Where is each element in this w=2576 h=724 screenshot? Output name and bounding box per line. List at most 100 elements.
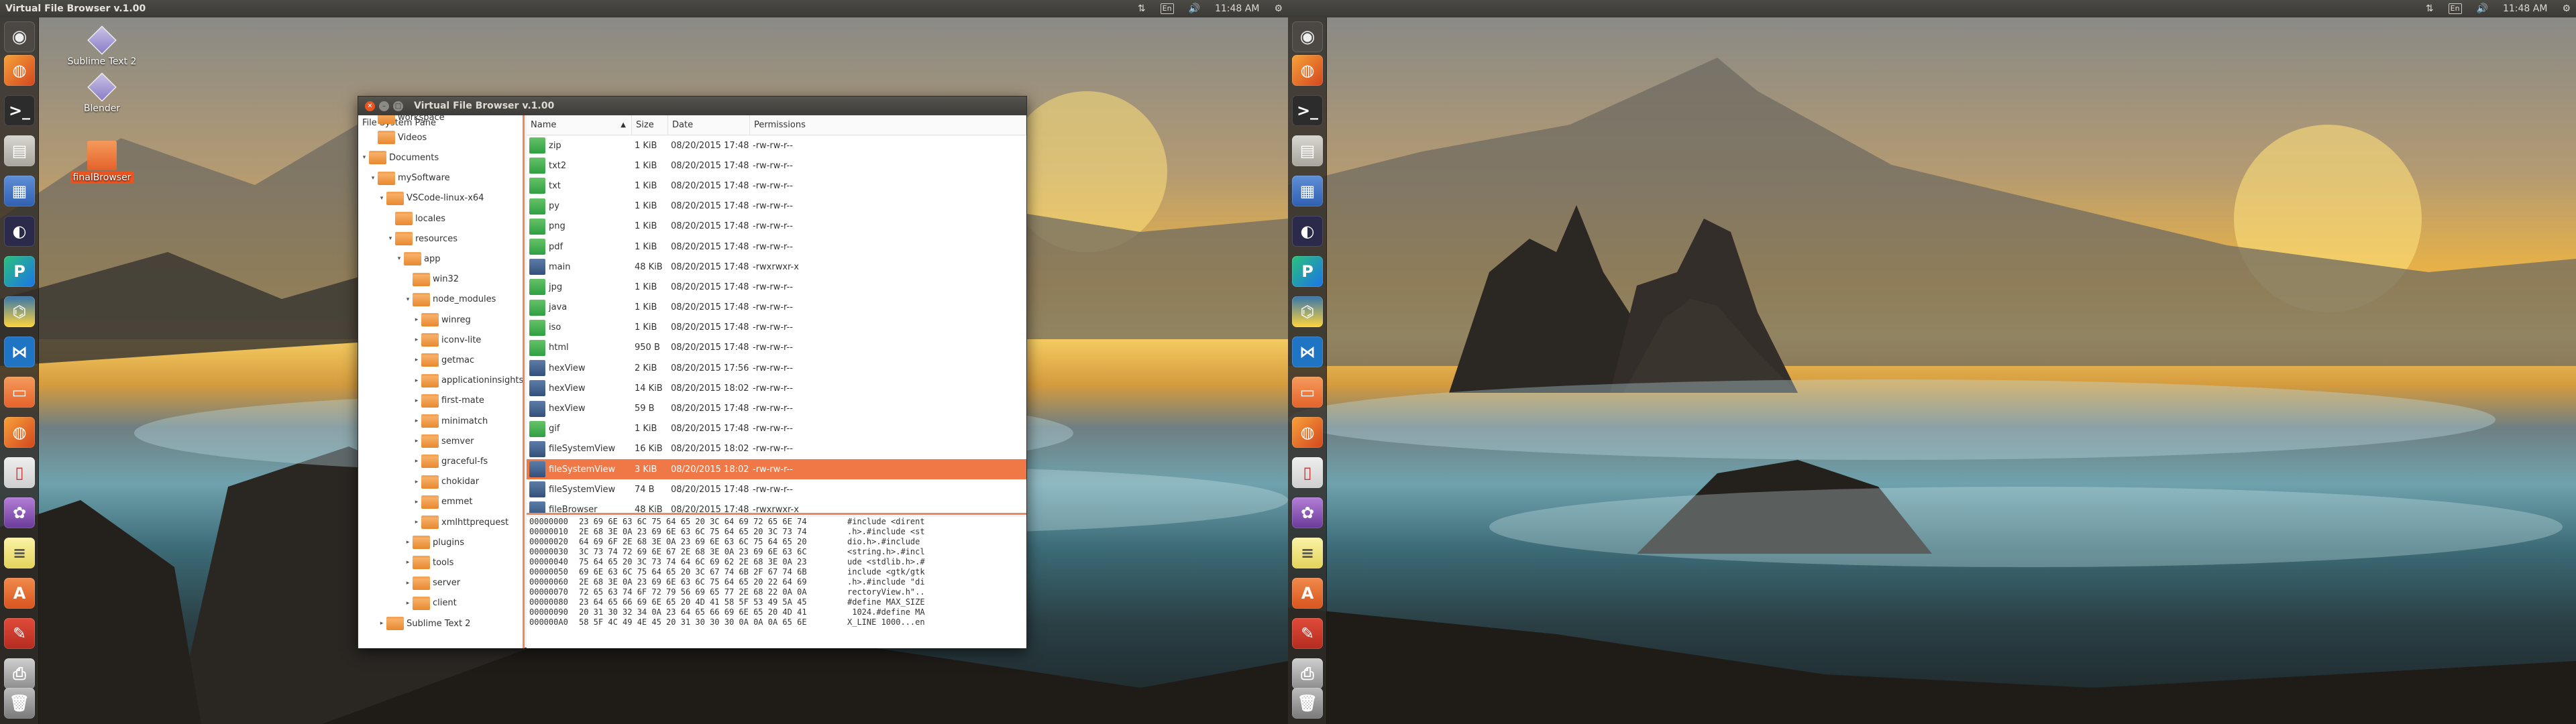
file-row[interactable]: fileSystemView 3 KiB 08/20/2015 18:02 -rw-r… <box>527 459 1026 480</box>
file-row[interactable]: png 1 KiB 08/20/2015 17:48 -rw-rw-r-- <box>527 217 1026 237</box>
file-system-pane[interactable]: File System Pane workspace Videos ▾ Documen… <box>358 115 525 648</box>
chevron-right-icon[interactable]: ▸ <box>413 458 420 465</box>
file-list-pane[interactable]: Name ▲ Size Date Permissions zip 1 KiB 08/2… <box>527 115 1026 515</box>
column-header-name[interactable]: Name ▲ <box>527 115 632 135</box>
tree-item[interactable]: ▾ mySoftware <box>370 168 450 188</box>
trash-icon[interactable]: 🗑 <box>1292 688 1323 719</box>
terminal-icon[interactable]: >_ <box>4 95 35 126</box>
chevron-right-icon[interactable]: ▸ <box>413 337 420 343</box>
tree-item[interactable]: ▸ chokidar <box>413 472 479 492</box>
notes-icon[interactable]: ≡ <box>4 538 35 568</box>
tree-item[interactable]: ▸ emmet <box>413 492 472 512</box>
tree-item[interactable]: ▾ node_modules <box>405 290 496 310</box>
file-row[interactable]: zip 1 KiB 08/20/2015 17:48 -rw-rw-r-- <box>527 135 1026 156</box>
tree-item[interactable]: ▸ winreg <box>413 310 471 330</box>
network-icon[interactable]: ⇅ <box>1138 3 1146 14</box>
text-editor-icon[interactable]: ▦ <box>1292 176 1323 206</box>
chevron-right-icon[interactable]: ▸ <box>405 600 411 607</box>
file-row[interactable]: pdf 1 KiB 08/20/2015 17:48 -rw-rw-r-- <box>527 237 1026 257</box>
column-header-date[interactable]: Date <box>668 115 750 135</box>
chevron-right-icon[interactable]: ▸ <box>405 539 411 546</box>
firefox-icon[interactable]: ◍ <box>1292 55 1323 86</box>
tree-item[interactable]: ▸ plugins <box>405 532 464 552</box>
chevron-down-icon[interactable]: ▾ <box>387 235 394 242</box>
chevron-down-icon[interactable]: ▾ <box>361 154 368 161</box>
files-icon[interactable]: ▤ <box>4 135 35 166</box>
chevron-right-icon[interactable]: ▸ <box>405 580 411 587</box>
tree-item[interactable]: ▸ server <box>405 573 460 593</box>
file-row[interactable]: hexView 2 KiB 08/20/2015 17:56 -rw-rw-r-- <box>527 358 1026 378</box>
file-row[interactable]: fileSystemView 16 KiB 08/20/2015 18:02 -rw-… <box>527 439 1026 459</box>
pycharm-icon[interactable]: P <box>1292 256 1323 287</box>
firefox-icon[interactable]: ◍ <box>4 55 35 86</box>
window-titlebar[interactable]: ✕ – □ Virtual File Browser v.1.00 <box>358 97 1026 115</box>
volume-icon[interactable]: 🔊 <box>1189 3 1200 14</box>
desktop-icon-sublime-text[interactable]: Sublime Text 2 <box>62 25 142 67</box>
keyboard-layout-indicator[interactable]: En <box>1160 3 1174 14</box>
python-icon[interactable]: ⌬ <box>4 296 35 327</box>
maximize-icon[interactable]: □ <box>393 101 403 111</box>
minimize-icon[interactable]: – <box>379 101 389 111</box>
chevron-down-icon[interactable]: ▾ <box>378 195 385 202</box>
tree-item[interactable]: ▸ getmac <box>413 350 474 370</box>
eclipse-icon[interactable]: ◐ <box>4 216 35 247</box>
volume-icon[interactable]: 🔊 <box>2477 3 2488 14</box>
file-row[interactable]: gif 1 KiB 08/20/2015 17:48 -rw-rw-r-- <box>527 419 1026 439</box>
font-viewer-icon[interactable]: A <box>4 578 35 609</box>
settings-icon[interactable]: ✎ <box>4 618 35 649</box>
purple-app-icon[interactable]: ✿ <box>1292 497 1323 528</box>
terminal-icon[interactable]: >_ <box>1292 95 1323 126</box>
desktop-icon-finalbrowser[interactable]: finalBrowser <box>62 141 142 184</box>
file-row[interactable]: fileBrowser 48 KiB 08/20/2015 17:48 -rwxrwx… <box>527 499 1026 513</box>
font-viewer-icon[interactable]: A <box>1292 578 1323 609</box>
file-row[interactable]: java 1 KiB 08/20/2015 17:48 -rw-rw-r-- <box>527 298 1026 318</box>
column-header-size[interactable]: Size <box>632 115 668 135</box>
folder-icon[interactable]: ▭ <box>4 377 35 408</box>
printer-icon[interactable]: ⎙ <box>4 658 35 689</box>
tree-item[interactable]: workspace <box>370 115 445 127</box>
notes-icon[interactable]: ≡ <box>1292 538 1323 568</box>
tree-item[interactable]: ▸ iconv-lite <box>413 330 481 350</box>
tree-item[interactable]: ▸ xmlhttprequest <box>413 512 508 532</box>
tree-item[interactable]: locales <box>387 208 445 229</box>
dash-icon[interactable]: ◉ <box>4 21 35 52</box>
file-row[interactable]: py 1 KiB 08/20/2015 17:48 -rw-rw-r-- <box>527 196 1026 217</box>
tree-item[interactable]: ▸ client <box>405 593 457 613</box>
chevron-right-icon[interactable]: ▸ <box>413 519 420 526</box>
chevron-down-icon[interactable]: ▾ <box>370 175 376 182</box>
file-row[interactable]: txt2 1 KiB 08/20/2015 17:48 -rw-rw-r-- <box>527 156 1026 176</box>
file-row[interactable]: hexView 14 KiB 08/20/2015 18:02 -rw-rw-r-- <box>527 378 1026 398</box>
document-viewer-icon[interactable]: ▯ <box>4 457 35 488</box>
close-icon[interactable]: ✕ <box>365 101 375 111</box>
files-icon[interactable]: ▤ <box>1292 135 1323 166</box>
file-row[interactable]: main 48 KiB 08/20/2015 17:48 -rwxrwxr-x <box>527 257 1026 277</box>
tree-item[interactable]: win32 <box>405 269 459 290</box>
tree-item[interactable]: ▸ applicationinsights <box>413 371 523 391</box>
vscode-icon[interactable]: ⋈ <box>4 337 35 367</box>
gear-icon[interactable]: ⚙ <box>2562 3 2571 14</box>
chevron-right-icon[interactable]: ▸ <box>413 418 420 424</box>
eclipse-icon[interactable]: ◐ <box>1292 216 1323 247</box>
document-viewer-icon[interactable]: ▯ <box>1292 457 1323 488</box>
text-editor-icon[interactable]: ▦ <box>4 176 35 206</box>
dash-icon[interactable]: ◉ <box>1292 21 1323 52</box>
chevron-right-icon[interactable]: ▸ <box>413 438 420 444</box>
keyboard-layout-indicator[interactable]: En <box>2448 3 2462 14</box>
chevron-right-icon[interactable]: ▸ <box>378 620 385 627</box>
chevron-right-icon[interactable]: ▸ <box>413 316 420 323</box>
vscode-icon[interactable]: ⋈ <box>1292 337 1323 367</box>
chevron-down-icon[interactable]: ▾ <box>396 255 402 262</box>
chevron-right-icon[interactable]: ▸ <box>413 499 420 505</box>
chevron-right-icon[interactable]: ▸ <box>405 559 411 566</box>
settings-icon[interactable]: ✎ <box>1292 618 1323 649</box>
column-header-permissions[interactable]: Permissions <box>750 115 1026 135</box>
chevron-down-icon[interactable]: ▾ <box>405 296 411 303</box>
gear-icon[interactable]: ⚙ <box>1274 3 1283 14</box>
file-row[interactable]: jpg 1 KiB 08/20/2015 17:48 -rw-rw-r-- <box>527 277 1026 297</box>
hex-view-pane[interactable]: 00000000 23 69 6E 63 6C 75 64 65 20 3C 64… <box>527 517 1026 648</box>
tree-item[interactable]: ▸ first-mate <box>413 391 484 411</box>
trash-icon[interactable]: 🗑 <box>4 688 35 719</box>
python-icon[interactable]: ⌬ <box>1292 296 1323 327</box>
chevron-right-icon[interactable]: ▸ <box>413 357 420 363</box>
tree-item[interactable]: Videos <box>370 127 427 147</box>
